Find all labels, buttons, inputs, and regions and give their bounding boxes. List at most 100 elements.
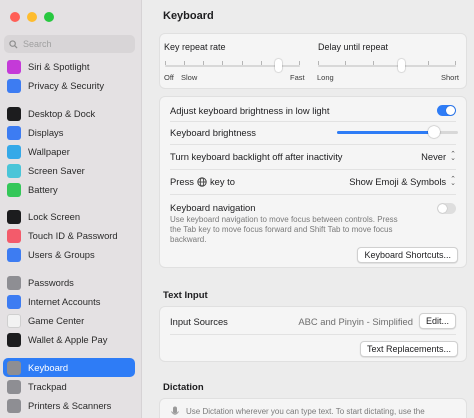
game-center-icon bbox=[7, 313, 21, 328]
edit-input-sources-button[interactable]: Edit... bbox=[418, 313, 456, 329]
printer-icon bbox=[7, 398, 21, 413]
sidebar-item-label: Trackpad bbox=[28, 381, 67, 392]
sidebar-item-internet-accounts[interactable]: Internet Accounts bbox=[3, 292, 135, 311]
key-repeat-fast-label: Fast bbox=[290, 73, 305, 82]
globe-icon bbox=[197, 176, 207, 187]
hand-icon bbox=[7, 78, 21, 93]
zoom-button[interactable] bbox=[44, 12, 54, 22]
sidebar-item-label: Internet Accounts bbox=[28, 296, 101, 307]
sidebar-item-label: Desktop & Dock bbox=[28, 108, 96, 119]
sidebar-item-siri-spotlight[interactable]: Siri & Spotlight bbox=[3, 57, 135, 76]
sidebar-item-label: Wallet & Apple Pay bbox=[28, 334, 108, 345]
users-icon bbox=[7, 247, 21, 262]
sidebar-item-label: Battery bbox=[28, 184, 58, 195]
input-sources-row: Input Sources ABC and Pinyin - Simplifie… bbox=[160, 310, 466, 332]
sidebar-item-label: Screen Saver bbox=[28, 165, 85, 176]
sidebar-item-trackpad[interactable]: Trackpad bbox=[3, 377, 135, 396]
delay-long-label: Long bbox=[317, 73, 334, 82]
sidebar-item-wallet-apple-pay[interactable]: Wallet & Apple Pay bbox=[3, 330, 135, 349]
key-icon bbox=[7, 275, 21, 290]
sidebar-item-label: Printers & Scanners bbox=[28, 400, 112, 411]
keyboard-brightness-label: Keyboard brightness bbox=[170, 127, 256, 138]
dictation-card: Use Dictation wherever you can type text… bbox=[159, 398, 467, 418]
sun-icon bbox=[7, 125, 21, 140]
lock-icon bbox=[7, 209, 21, 224]
keyboard-navigation-label: Keyboard navigation bbox=[170, 202, 256, 213]
backlight-off-popup[interactable]: Never ⌃ ⌄ bbox=[421, 150, 456, 163]
sidebar-item-wallpaper[interactable]: Wallpaper bbox=[3, 142, 135, 161]
siri-icon bbox=[7, 59, 21, 74]
sidebar-item-label: Wallpaper bbox=[28, 146, 70, 157]
keyboard-icon bbox=[7, 360, 21, 375]
sidebar-item-keyboard[interactable]: Keyboard bbox=[3, 358, 135, 377]
fingerprint-icon bbox=[7, 228, 21, 243]
sidebar-item-lock-screen[interactable]: Lock Screen bbox=[3, 207, 135, 226]
sidebar-item-label: Users & Groups bbox=[28, 249, 95, 260]
chevron-updown-icon: ⌃ ⌄ bbox=[450, 150, 456, 162]
sidebar-item-screen-saver[interactable]: Screen Saver bbox=[3, 161, 135, 180]
key-repeat-label: Key repeat rate bbox=[164, 42, 226, 52]
backlight-off-label: Turn keyboard backlight off after inacti… bbox=[170, 151, 343, 162]
sidebar-item-touch-id-password[interactable]: Touch ID & Password bbox=[3, 226, 135, 245]
sidebar-item-label: Lock Screen bbox=[28, 211, 81, 222]
text-input-title: Text Input bbox=[163, 290, 208, 301]
sidebar-item-label: Privacy & Security bbox=[28, 80, 105, 91]
press-key-row: Press key to Show Emoji & Symbols ⌃ ⌄ bbox=[160, 170, 466, 193]
at-icon bbox=[7, 294, 21, 309]
close-button[interactable] bbox=[10, 12, 20, 22]
key-repeat-slow-label: Slow bbox=[181, 73, 198, 82]
key-repeat-slider-thumb[interactable] bbox=[275, 59, 283, 72]
dock-icon bbox=[7, 106, 21, 121]
keyboard-navigation-description: Use keyboard navigation to move focus be… bbox=[170, 215, 398, 244]
chevron-updown-icon: ⌃ ⌄ bbox=[450, 175, 456, 187]
search-icon bbox=[9, 39, 18, 49]
sidebar-item-passwords[interactable]: Passwords bbox=[3, 273, 135, 292]
backlight-off-row: Turn keyboard backlight off after inacti… bbox=[160, 145, 466, 168]
delay-repeat-slider-thumb[interactable] bbox=[397, 59, 405, 72]
sidebar-item-label: Displays bbox=[28, 127, 64, 138]
sidebar-item-privacy-security[interactable]: Privacy & Security bbox=[3, 76, 135, 95]
dictation-description: Use Dictation wherever you can type text… bbox=[186, 407, 425, 416]
sidebar-item-printers-scanners[interactable]: Printers & Scanners bbox=[3, 396, 135, 415]
wallpaper-icon bbox=[7, 144, 21, 159]
dictation-title: Dictation bbox=[163, 382, 204, 393]
sidebar-item-displays[interactable]: Displays bbox=[3, 123, 135, 142]
keyboard-shortcuts-button[interactable]: Keyboard Shortcuts... bbox=[357, 247, 458, 263]
keyboard-brightness-thumb[interactable] bbox=[427, 126, 440, 138]
adjust-brightness-label: Adjust keyboard brightness in low light bbox=[170, 104, 330, 116]
press-key-label-after: key to bbox=[209, 176, 235, 187]
battery-icon bbox=[7, 182, 21, 197]
adjust-brightness-row: Adjust keyboard brightness in low light bbox=[160, 100, 466, 120]
sidebar-item-users-groups[interactable]: Users & Groups bbox=[3, 245, 135, 264]
window-controls bbox=[10, 12, 54, 22]
search-field[interactable] bbox=[4, 35, 135, 53]
sidebar-item-label: Touch ID & Password bbox=[28, 230, 118, 241]
sidebar-item-label: Passwords bbox=[28, 277, 74, 288]
keyboard-navigation-toggle[interactable] bbox=[437, 203, 456, 214]
page-title: Keyboard bbox=[163, 10, 214, 22]
key-repeat-off-label: Off bbox=[164, 73, 174, 82]
main-pane: Keyboard Key repeat rate Delay until rep… bbox=[143, 0, 474, 418]
input-sources-label: Input Sources bbox=[170, 315, 228, 327]
backlight-off-value: Never bbox=[421, 151, 447, 162]
sidebar-item-label: Keyboard bbox=[28, 362, 69, 373]
sidebar-item-label: Siri & Spotlight bbox=[28, 61, 90, 72]
key-repeat-card: Key repeat rate Delay until repeat Off S… bbox=[159, 33, 467, 89]
press-key-popup[interactable]: Show Emoji & Symbols ⌃ ⌄ bbox=[349, 175, 456, 188]
microphone-icon bbox=[171, 406, 179, 415]
text-replacements-button[interactable]: Text Replacements... bbox=[359, 341, 458, 357]
adjust-brightness-toggle[interactable] bbox=[437, 104, 456, 116]
search-input[interactable] bbox=[23, 39, 123, 49]
trackpad-icon bbox=[7, 379, 21, 394]
sidebar: Siri & Spotlight Privacy & Security Deskto… bbox=[0, 0, 142, 418]
delay-repeat-label: Delay until repeat bbox=[318, 42, 389, 52]
minimize-button[interactable] bbox=[27, 12, 37, 22]
delay-short-label: Short bbox=[441, 73, 459, 82]
sidebar-item-game-center[interactable]: Game Center bbox=[3, 311, 135, 330]
sidebar-item-battery[interactable]: Battery bbox=[3, 180, 135, 199]
press-key-label-before: Press bbox=[170, 176, 194, 187]
press-key-value: Show Emoji & Symbols bbox=[349, 176, 447, 187]
text-input-card: Input Sources ABC and Pinyin - Simplifie… bbox=[159, 306, 467, 362]
sidebar-item-desktop-dock[interactable]: Desktop & Dock bbox=[3, 104, 135, 123]
screensaver-icon bbox=[7, 163, 21, 178]
